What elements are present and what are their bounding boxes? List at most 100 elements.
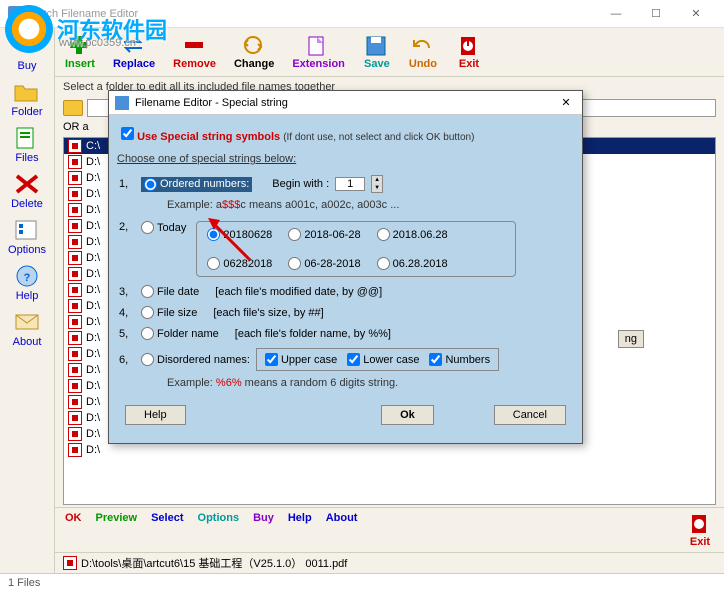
- file-icon: [68, 363, 82, 377]
- folder-open-icon: [13, 80, 41, 104]
- options-icon: [13, 218, 41, 242]
- tb-extension[interactable]: Extension: [292, 34, 345, 70]
- replace-icon: [120, 34, 148, 56]
- dialog-ok-button[interactable]: Ok: [381, 405, 434, 425]
- sidebar-files[interactable]: Files: [13, 126, 41, 164]
- folder-icon[interactable]: [63, 100, 83, 116]
- list-item[interactable]: D:\: [64, 442, 715, 458]
- date-fmt-6[interactable]: 06.28.2018: [377, 257, 448, 270]
- tb-exit[interactable]: Exit: [455, 34, 483, 70]
- bb-exit[interactable]: Exit: [686, 512, 714, 548]
- chk-numbers[interactable]: Numbers: [429, 353, 490, 366]
- file-icon: [68, 347, 82, 361]
- window-title: Batch Filename Editor: [30, 8, 138, 20]
- file-icon: [63, 556, 77, 570]
- sidebar-help[interactable]: ?Help: [13, 264, 41, 302]
- or-label: OR a: [63, 121, 89, 133]
- exit-icon: [455, 34, 483, 56]
- dialog-titlebar[interactable]: Filename Editor - Special string ✕: [109, 91, 582, 115]
- special-string-dialog: Filename Editor - Special string ✕ Use S…: [108, 90, 583, 444]
- bb-about[interactable]: About: [326, 512, 358, 548]
- dialog-close-button[interactable]: ✕: [556, 96, 576, 109]
- radio-ordered[interactable]: Ordered numbers:: [141, 177, 252, 192]
- tb-undo[interactable]: Undo: [409, 34, 437, 70]
- begin-spinner[interactable]: ▲▼: [371, 175, 383, 193]
- sidebar-folder[interactable]: Folder: [11, 80, 42, 118]
- save-icon: [363, 34, 391, 56]
- file-icon: [68, 203, 82, 217]
- begin-with-input[interactable]: [335, 177, 365, 191]
- window-titlebar: Batch Filename Editor — ☐ ✕: [0, 0, 724, 28]
- delete-x-icon: [13, 172, 41, 196]
- maximize-button[interactable]: ☐: [636, 0, 676, 28]
- key-icon: [13, 34, 41, 58]
- radio-disordered[interactable]: Disordered names:: [141, 353, 250, 366]
- file-icon: [68, 315, 82, 329]
- status-bar: 1 Files: [0, 573, 724, 593]
- chk-upper[interactable]: Upper case: [265, 353, 337, 366]
- file-icon: [68, 251, 82, 265]
- tb-insert[interactable]: Insert: [65, 34, 95, 70]
- change-icon: [240, 34, 268, 56]
- sidebar-about[interactable]: About: [13, 310, 42, 348]
- file-icon: [68, 299, 82, 313]
- use-special-checkbox-row: Use Special string symbols (If dont use,…: [117, 123, 574, 147]
- bb-options[interactable]: Options: [198, 512, 240, 548]
- sidebar-delete[interactable]: Delete: [11, 172, 43, 210]
- partial-button[interactable]: ng: [618, 330, 644, 348]
- file-icon: [68, 379, 82, 393]
- file-icon: [68, 139, 82, 153]
- bottom-toolbar: OK Preview Select Options Buy Help About…: [55, 507, 724, 552]
- tb-save[interactable]: Save: [363, 34, 391, 70]
- tb-change[interactable]: Change: [234, 34, 274, 70]
- close-button[interactable]: ✕: [676, 0, 716, 28]
- file-icon: [68, 187, 82, 201]
- dialog-icon: [115, 96, 129, 110]
- bb-select[interactable]: Select: [151, 512, 183, 548]
- date-fmt-2[interactable]: 2018-06-28: [288, 228, 360, 241]
- file-icon: [68, 235, 82, 249]
- date-fmt-5[interactable]: 06-28-2018: [288, 257, 360, 270]
- dialog-help-button[interactable]: Help: [125, 405, 186, 425]
- tb-remove[interactable]: Remove: [173, 34, 216, 70]
- date-fmt-4[interactable]: 06282018: [207, 257, 272, 270]
- radio-foldername[interactable]: Folder name: [141, 327, 219, 340]
- undo-icon: [409, 34, 437, 56]
- bb-preview[interactable]: Preview: [96, 512, 138, 548]
- date-fmt-3[interactable]: 2018.06.28: [377, 228, 448, 241]
- bb-help[interactable]: Help: [288, 512, 312, 548]
- sidebar-buy[interactable]: Buy: [13, 34, 41, 72]
- disordered-options: Upper case Lower case Numbers: [256, 348, 499, 371]
- file-icon: [68, 267, 82, 281]
- radio-today[interactable]: Today: [141, 221, 186, 234]
- dialog-cancel-button[interactable]: Cancel: [494, 405, 566, 425]
- file-icon: [68, 443, 82, 457]
- file-icon: [68, 155, 82, 169]
- file-icon: [68, 395, 82, 409]
- use-special-checkbox[interactable]: [121, 127, 134, 140]
- extension-icon: [305, 34, 333, 56]
- file-icon: [68, 331, 82, 345]
- file-icon: [68, 411, 82, 425]
- minimize-button[interactable]: —: [596, 0, 636, 28]
- bb-buy[interactable]: Buy: [253, 512, 274, 548]
- bb-ok[interactable]: OK: [65, 512, 82, 548]
- sidebar-options[interactable]: Options: [8, 218, 46, 256]
- main-toolbar: Insert Replace Remove Change Extension S…: [55, 28, 724, 77]
- exit-icon: [686, 512, 714, 534]
- file-icon: [68, 171, 82, 185]
- app-icon: [8, 6, 24, 22]
- date-fmt-1[interactable]: 20180628: [207, 228, 272, 241]
- file-icon: [68, 427, 82, 441]
- sidebar: Buy Folder Files Delete Options ?Help Ab…: [0, 28, 55, 573]
- radio-filesize[interactable]: File size: [141, 306, 197, 319]
- example-ordered: Example: a$$$c means a001c, a002c, a003c…: [117, 197, 574, 217]
- selected-file-path: D:\tools\桌面\artcut6\15 基础工程（V25.1.0） 001…: [55, 552, 724, 573]
- radio-filedate[interactable]: File date: [141, 285, 199, 298]
- file-icon: [68, 283, 82, 297]
- mail-icon: [13, 310, 41, 334]
- date-format-frame: 20180628 2018-06-28 2018.06.28 06282018 …: [196, 221, 516, 277]
- file-icon: [68, 219, 82, 233]
- chk-lower[interactable]: Lower case: [347, 353, 419, 366]
- tb-replace[interactable]: Replace: [113, 34, 155, 70]
